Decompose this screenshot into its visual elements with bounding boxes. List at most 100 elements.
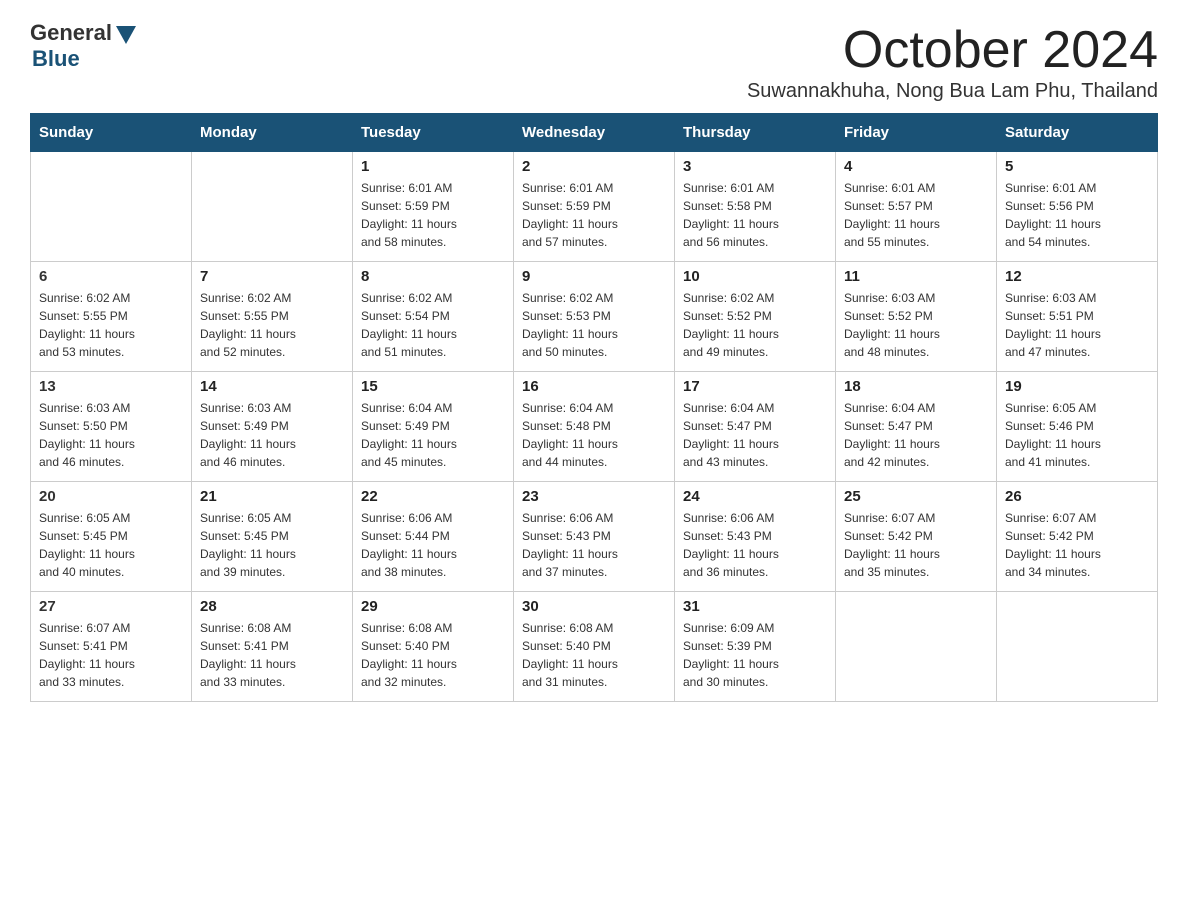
day-info: Sunrise: 6:06 AM Sunset: 5:44 PM Dayligh… [361,509,505,581]
day-number: 30 [522,598,666,615]
day-info: Sunrise: 6:03 AM Sunset: 5:50 PM Dayligh… [39,399,183,471]
calendar-cell [192,152,353,262]
day-number: 17 [683,378,827,395]
calendar-cell: 18 Sunrise: 6:04 AM Sunset: 5:47 PM Dayli… [836,372,997,482]
day-info: Sunrise: 6:06 AM Sunset: 5:43 PM Dayligh… [683,509,827,581]
day-info: Sunrise: 6:04 AM Sunset: 5:48 PM Dayligh… [522,399,666,471]
day-info: Sunrise: 6:02 AM Sunset: 5:55 PM Dayligh… [200,289,344,361]
calendar-header-saturday: Saturday [997,114,1158,152]
day-info: Sunrise: 6:07 AM Sunset: 5:41 PM Dayligh… [39,619,183,691]
calendar-cell: 1 Sunrise: 6:01 AM Sunset: 5:59 PM Daylig… [353,152,514,262]
day-number: 21 [200,488,344,505]
day-info: Sunrise: 6:01 AM Sunset: 5:58 PM Dayligh… [683,179,827,251]
calendar-header-thursday: Thursday [675,114,836,152]
day-info: Sunrise: 6:09 AM Sunset: 5:39 PM Dayligh… [683,619,827,691]
day-number: 22 [361,488,505,505]
day-number: 6 [39,268,183,285]
day-number: 11 [844,268,988,285]
logo-general-text: General [30,20,112,46]
logo: General Blue [30,20,136,72]
day-info: Sunrise: 6:03 AM Sunset: 5:51 PM Dayligh… [1005,289,1149,361]
calendar-cell: 7 Sunrise: 6:02 AM Sunset: 5:55 PM Daylig… [192,262,353,372]
calendar-cell: 12 Sunrise: 6:03 AM Sunset: 5:51 PM Dayli… [997,262,1158,372]
day-number: 31 [683,598,827,615]
calendar-cell: 10Sunrise: 6:02 AM Sunset: 5:52 PM Dayli… [675,262,836,372]
calendar-cell: 17 Sunrise: 6:04 AM Sunset: 5:47 PM Dayli… [675,372,836,482]
day-number: 18 [844,378,988,395]
day-info: Sunrise: 6:07 AM Sunset: 5:42 PM Dayligh… [1005,509,1149,581]
day-info: Sunrise: 6:01 AM Sunset: 5:57 PM Dayligh… [844,179,988,251]
day-info: Sunrise: 6:04 AM Sunset: 5:47 PM Dayligh… [844,399,988,471]
page-header: General Blue October 2024 Suwannakhuha, … [30,20,1158,103]
day-number: 5 [1005,158,1149,175]
calendar-header-row: SundayMondayTuesdayWednesdayThursdayFrid… [31,114,1158,152]
calendar-cell: 15 Sunrise: 6:04 AM Sunset: 5:49 PM Dayli… [353,372,514,482]
calendar-cell: 25 Sunrise: 6:07 AM Sunset: 5:42 PM Dayli… [836,482,997,592]
calendar-cell [836,592,997,702]
calendar-cell: 28Sunrise: 6:08 AM Sunset: 5:41 PM Dayli… [192,592,353,702]
calendar-header-sunday: Sunday [31,114,192,152]
day-number: 12 [1005,268,1149,285]
day-number: 27 [39,598,183,615]
day-info: Sunrise: 6:06 AM Sunset: 5:43 PM Dayligh… [522,509,666,581]
calendar-cell: 3 Sunrise: 6:01 AM Sunset: 5:58 PM Daylig… [675,152,836,262]
calendar-cell: 9 Sunrise: 6:02 AM Sunset: 5:53 PM Daylig… [514,262,675,372]
day-number: 15 [361,378,505,395]
day-number: 13 [39,378,183,395]
day-info: Sunrise: 6:02 AM Sunset: 5:55 PM Dayligh… [39,289,183,361]
month-title: October 2024 [747,20,1158,80]
day-info: Sunrise: 6:02 AM Sunset: 5:53 PM Dayligh… [522,289,666,361]
calendar-header-friday: Friday [836,114,997,152]
calendar-header-monday: Monday [192,114,353,152]
day-number: 16 [522,378,666,395]
day-number: 4 [844,158,988,175]
day-info: Sunrise: 6:05 AM Sunset: 5:45 PM Dayligh… [39,509,183,581]
day-info: Sunrise: 6:02 AM Sunset: 5:52 PM Dayligh… [683,289,827,361]
day-info: Sunrise: 6:05 AM Sunset: 5:45 PM Dayligh… [200,509,344,581]
day-info: Sunrise: 6:08 AM Sunset: 5:40 PM Dayligh… [522,619,666,691]
logo-triangle-icon [116,26,136,44]
day-number: 1 [361,158,505,175]
day-number: 29 [361,598,505,615]
day-info: Sunrise: 6:01 AM Sunset: 5:56 PM Dayligh… [1005,179,1149,251]
calendar-cell: 19Sunrise: 6:05 AM Sunset: 5:46 PM Dayli… [997,372,1158,482]
day-info: Sunrise: 6:04 AM Sunset: 5:47 PM Dayligh… [683,399,827,471]
calendar-week-row: 20 Sunrise: 6:05 AM Sunset: 5:45 PM Dayli… [31,482,1158,592]
day-number: 24 [683,488,827,505]
day-number: 20 [39,488,183,505]
day-info: Sunrise: 6:01 AM Sunset: 5:59 PM Dayligh… [361,179,505,251]
calendar-cell: 29Sunrise: 6:08 AM Sunset: 5:40 PM Dayli… [353,592,514,702]
calendar-cell: 30 Sunrise: 6:08 AM Sunset: 5:40 PM Dayli… [514,592,675,702]
calendar-cell: 26Sunrise: 6:07 AM Sunset: 5:42 PM Dayli… [997,482,1158,592]
logo-blue-text: Blue [32,46,80,72]
calendar-cell: 24 Sunrise: 6:06 AM Sunset: 5:43 PM Dayli… [675,482,836,592]
day-number: 25 [844,488,988,505]
day-number: 8 [361,268,505,285]
day-info: Sunrise: 6:02 AM Sunset: 5:54 PM Dayligh… [361,289,505,361]
title-section: October 2024 Suwannakhuha, Nong Bua Lam … [747,20,1158,103]
calendar-cell: 27 Sunrise: 6:07 AM Sunset: 5:41 PM Dayli… [31,592,192,702]
day-number: 7 [200,268,344,285]
calendar-cell: 4 Sunrise: 6:01 AM Sunset: 5:57 PM Daylig… [836,152,997,262]
calendar-cell [997,592,1158,702]
calendar-header-wednesday: Wednesday [514,114,675,152]
calendar-week-row: 27 Sunrise: 6:07 AM Sunset: 5:41 PM Dayli… [31,592,1158,702]
calendar-cell: 5 Sunrise: 6:01 AM Sunset: 5:56 PM Daylig… [997,152,1158,262]
day-info: Sunrise: 6:01 AM Sunset: 5:59 PM Dayligh… [522,179,666,251]
calendar-cell: 16 Sunrise: 6:04 AM Sunset: 5:48 PM Dayli… [514,372,675,482]
day-number: 14 [200,378,344,395]
location-title: Suwannakhuha, Nong Bua Lam Phu, Thailand [747,80,1158,103]
day-number: 2 [522,158,666,175]
calendar-cell: 23 Sunrise: 6:06 AM Sunset: 5:43 PM Dayli… [514,482,675,592]
calendar-cell: 21 Sunrise: 6:05 AM Sunset: 5:45 PM Dayli… [192,482,353,592]
calendar-cell: 6 Sunrise: 6:02 AM Sunset: 5:55 PM Daylig… [31,262,192,372]
day-info: Sunrise: 6:04 AM Sunset: 5:49 PM Dayligh… [361,399,505,471]
day-number: 3 [683,158,827,175]
calendar-table: SundayMondayTuesdayWednesdayThursdayFrid… [30,113,1158,702]
day-info: Sunrise: 6:07 AM Sunset: 5:42 PM Dayligh… [844,509,988,581]
day-info: Sunrise: 6:05 AM Sunset: 5:46 PM Dayligh… [1005,399,1149,471]
calendar-cell [31,152,192,262]
calendar-cell: 22 Sunrise: 6:06 AM Sunset: 5:44 PM Dayli… [353,482,514,592]
day-number: 9 [522,268,666,285]
day-number: 23 [522,488,666,505]
